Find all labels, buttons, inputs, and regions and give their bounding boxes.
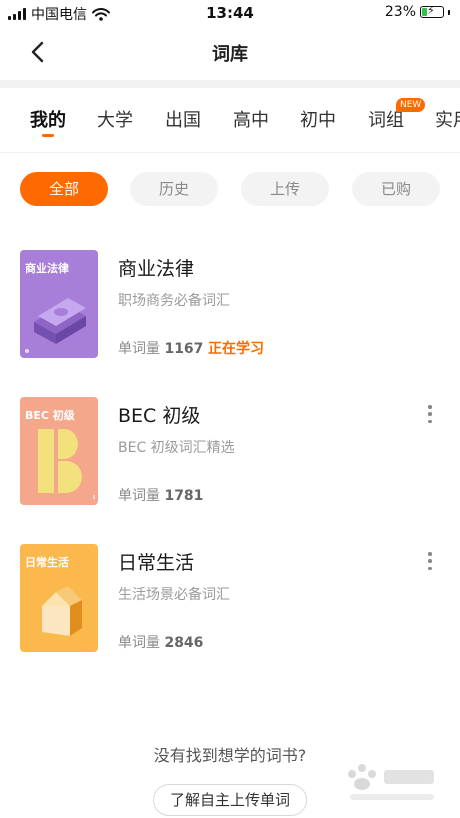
- new-badge: NEW: [396, 98, 426, 112]
- cover-title: 日常生活: [25, 556, 69, 569]
- word-count-label: 单词量: [118, 341, 160, 357]
- watermark-logo: [348, 764, 434, 800]
- filter-upload[interactable]: 上传: [241, 172, 329, 206]
- book-cover[interactable]: 日常生活: [20, 544, 98, 652]
- battery-percent: 23%: [384, 4, 416, 20]
- word-count-value: 2846: [164, 635, 204, 651]
- book-item[interactable]: BEC 初级 BEC 初级 BEC 初级词汇精选 单词量 1781: [20, 397, 440, 507]
- category-tabs: 我的 大学 出国 高中 初中 词组 NEW 实用: [0, 96, 460, 152]
- more-options-icon[interactable]: [426, 552, 434, 570]
- book-subtitle: 生活场景必备词汇: [118, 587, 230, 603]
- tab-abroad[interactable]: 出国: [165, 106, 201, 132]
- word-count-value: 1167: [164, 341, 204, 357]
- tab-middle-school[interactable]: 初中: [300, 106, 336, 132]
- book-title: 商业法律: [118, 258, 195, 280]
- status-bar: 中国电信 13:44 23% ⚡: [0, 0, 460, 26]
- tab-university[interactable]: 大学: [97, 106, 133, 132]
- battery-icon: ⚡: [420, 4, 444, 18]
- book-item[interactable]: 商业法律 商业法律 职场商务必备词汇 单词量 1167 正在学习: [20, 250, 440, 360]
- tab-mine[interactable]: 我的: [30, 106, 66, 132]
- tabs-divider: [0, 152, 460, 153]
- book-subtitle: 职场商务必备词汇: [118, 293, 230, 309]
- word-count: 单词量 2846: [118, 632, 203, 652]
- word-count: 单词量 1167: [118, 338, 203, 358]
- section-divider: [0, 80, 460, 88]
- book-title: 日常生活: [118, 552, 195, 574]
- book-subtitle: BEC 初级词汇精选: [118, 440, 235, 456]
- more-options-icon[interactable]: [426, 405, 434, 423]
- cover-title: 商业法律: [25, 262, 69, 275]
- filter-all[interactable]: 全部: [20, 172, 108, 206]
- book-cover[interactable]: 商业法律: [20, 250, 98, 358]
- cover-title: BEC 初级: [25, 409, 75, 422]
- nav-bar: 词库: [0, 30, 460, 76]
- word-count: 单词量 1781: [118, 485, 203, 505]
- learning-status: 正在学习: [208, 341, 264, 357]
- book-cover[interactable]: BEC 初级: [20, 397, 98, 505]
- battery-area: 23% ⚡: [385, 4, 450, 20]
- book-item[interactable]: 日常生活 日常生活 生活场景必备词汇 单词量 2846: [20, 544, 440, 654]
- filter-purchased[interactable]: 已购: [352, 172, 440, 206]
- book-title: BEC 初级: [118, 405, 201, 427]
- tab-practical[interactable]: 实用: [435, 106, 460, 132]
- page-title: 词库: [212, 44, 248, 65]
- filter-pills: 全部 历史 上传 已购: [20, 172, 450, 206]
- filter-history[interactable]: 历史: [130, 172, 218, 206]
- upload-info-button[interactable]: 了解自主上传单词: [153, 784, 307, 816]
- tab-active-indicator: [42, 134, 54, 137]
- word-count-label: 单词量: [118, 635, 160, 651]
- word-count-value: 1781: [164, 488, 204, 504]
- tab-high-school[interactable]: 高中: [233, 106, 269, 132]
- word-count-label: 单词量: [118, 488, 160, 504]
- battery-tip: [448, 9, 450, 15]
